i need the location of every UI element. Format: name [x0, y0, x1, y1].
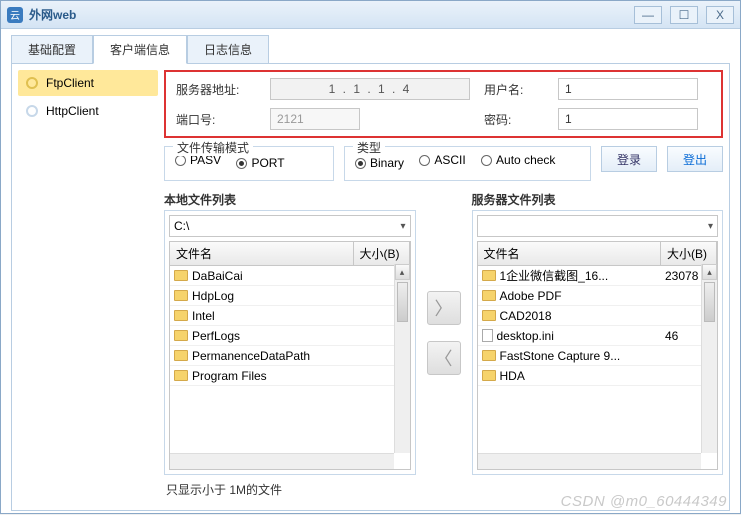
tab-log-info[interactable]: 日志信息: [187, 35, 269, 64]
port-input[interactable]: 2121: [270, 108, 360, 130]
scrollbar-vertical[interactable]: ▴: [701, 264, 717, 453]
tab-basic-config[interactable]: 基础配置: [11, 35, 93, 64]
radio-port[interactable]: PORT: [236, 156, 284, 170]
folder-icon: [482, 370, 496, 381]
table-row[interactable]: DaBaiCai: [170, 266, 410, 286]
local-file-list: 本地文件列表 C:\ ▾ 文件名 大小(B) D: [164, 191, 416, 475]
radio-icon: [355, 158, 366, 169]
table-row[interactable]: 1企业微信截图_16...23078: [478, 266, 718, 286]
pass-label: 密码:: [484, 111, 544, 128]
password-input[interactable]: 1: [558, 108, 698, 130]
minimize-button[interactable]: —: [634, 6, 662, 24]
username-input[interactable]: 1: [558, 78, 698, 100]
local-drive-combo[interactable]: C:\ ▾: [169, 215, 411, 237]
logout-button[interactable]: 登出: [667, 146, 723, 172]
sidebar-item-label: HttpClient: [46, 104, 99, 118]
list-legend: 服务器文件列表: [472, 191, 724, 208]
col-size[interactable]: 大小(B): [661, 242, 717, 265]
table-row[interactable]: HdpLog: [170, 286, 410, 306]
radio-icon: [419, 155, 430, 166]
col-name[interactable]: 文件名: [478, 242, 662, 265]
maximize-button[interactable]: ☐: [670, 6, 698, 24]
tab-client-info[interactable]: 客户端信息: [93, 35, 187, 64]
group-legend: 类型: [353, 139, 385, 156]
table-row[interactable]: Intel: [170, 306, 410, 326]
client-sidebar: FtpClient HttpClient: [18, 70, 158, 504]
folder-icon: [482, 270, 496, 281]
transfer-mode-group: 文件传输模式 PASV PORT: [164, 146, 334, 181]
sidebar-item-label: FtpClient: [46, 76, 94, 90]
transfer-right-button[interactable]: 〉: [427, 291, 461, 325]
footer-note: 只显示小于 1M的文件: [164, 475, 723, 504]
folder-icon: [482, 310, 496, 321]
col-size[interactable]: 大小(B): [354, 242, 410, 265]
table-row[interactable]: FastStone Capture 9...: [478, 346, 718, 366]
folder-icon: [482, 350, 496, 361]
remote-file-list: 服务器文件列表 ▾ 文件名 大小(B) 1企业: [472, 191, 724, 475]
radio-ascii[interactable]: ASCII: [419, 153, 465, 167]
folder-icon: [174, 350, 188, 361]
radio-icon: [481, 155, 492, 166]
table-row[interactable]: HDA: [478, 366, 718, 386]
user-label: 用户名:: [484, 81, 544, 98]
sidebar-item-ftpclient[interactable]: FtpClient: [18, 70, 158, 96]
table-row[interactable]: PerfLogs: [170, 326, 410, 346]
table-row[interactable]: Adobe PDF: [478, 286, 718, 306]
folder-icon: [174, 330, 188, 341]
titlebar: 云 外网web — ☐ X: [1, 1, 740, 29]
radio-icon: [236, 158, 247, 169]
server-label: 服务器地址:: [176, 81, 256, 98]
list-legend: 本地文件列表: [164, 191, 416, 208]
folder-icon: [174, 270, 188, 281]
table-row[interactable]: PermanenceDataPath: [170, 346, 410, 366]
login-button[interactable]: 登录: [601, 146, 657, 172]
sidebar-item-httpclient[interactable]: HttpClient: [18, 98, 158, 124]
table-row[interactable]: CAD2018: [478, 306, 718, 326]
radio-icon: [175, 155, 186, 166]
group-legend: 文件传输模式: [173, 139, 253, 156]
scrollbar-vertical[interactable]: ▴: [394, 264, 410, 453]
port-label: 端口号:: [176, 111, 256, 128]
scrollbar-horizontal[interactable]: [170, 453, 394, 469]
status-dot-icon: [26, 105, 38, 117]
connection-box: 服务器地址: 1 . 1 . 1 . 4 用户名: 1 端口号: 2121 密码…: [164, 70, 723, 138]
folder-icon: [482, 290, 496, 301]
transfer-left-button[interactable]: 〈: [427, 341, 461, 375]
tab-bar: 基础配置 客户端信息 日志信息: [11, 35, 730, 64]
folder-icon: [174, 290, 188, 301]
chevron-down-icon: ▾: [708, 221, 713, 232]
local-table: 文件名 大小(B) DaBaiCaiHdpLogIntelPerfLogsPer…: [169, 241, 411, 470]
radio-binary[interactable]: Binary: [355, 156, 404, 170]
table-row[interactable]: desktop.ini46: [478, 326, 718, 346]
remote-path-combo[interactable]: ▾: [477, 215, 719, 237]
type-group: 类型 Binary ASCII Auto check: [344, 146, 591, 181]
server-ip-input[interactable]: 1 . 1 . 1 . 4: [270, 78, 470, 100]
app-logo-icon: 云: [7, 7, 23, 23]
folder-icon: [174, 310, 188, 321]
chevron-down-icon: ▾: [400, 221, 405, 232]
remote-table: 文件名 大小(B) 1企业微信截图_16...23078Adobe PDFCAD…: [477, 241, 719, 470]
radio-autocheck[interactable]: Auto check: [481, 153, 555, 167]
file-icon: [482, 329, 493, 342]
scrollbar-horizontal[interactable]: [478, 453, 702, 469]
window-title: 外网web: [29, 6, 76, 23]
col-name[interactable]: 文件名: [170, 242, 354, 265]
status-dot-icon: [26, 77, 38, 89]
folder-icon: [174, 370, 188, 381]
table-row[interactable]: Program Files: [170, 366, 410, 386]
close-button[interactable]: X: [706, 6, 734, 24]
